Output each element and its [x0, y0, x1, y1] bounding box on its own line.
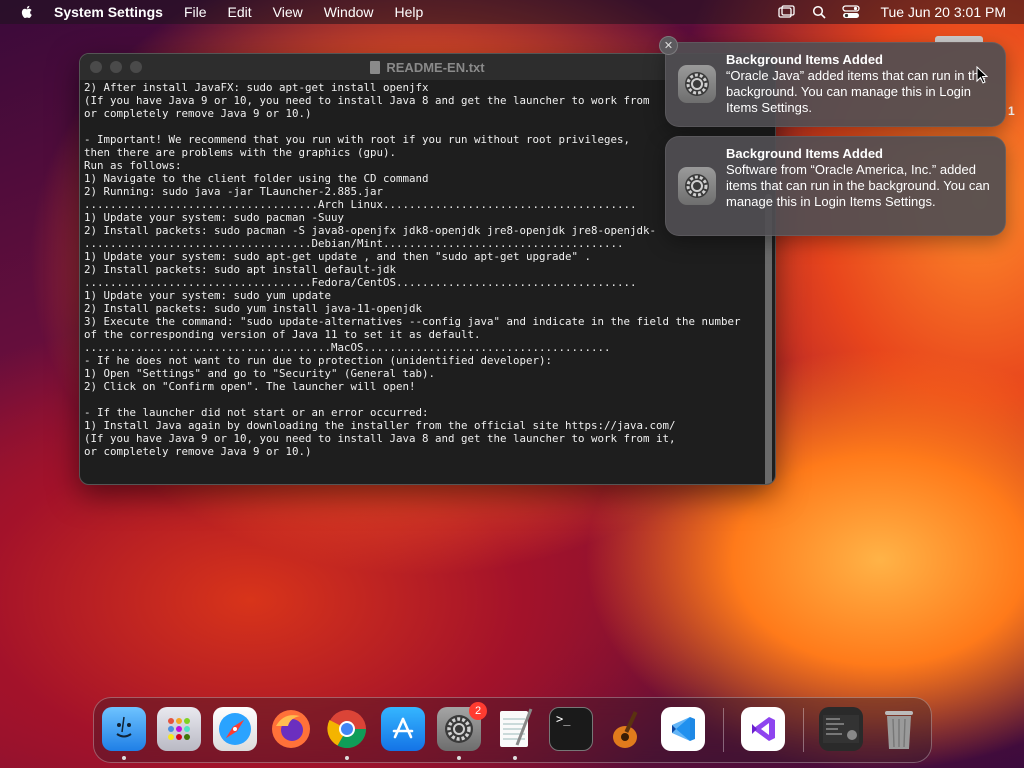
textedit-icon[interactable] [493, 707, 537, 751]
menu-window[interactable]: Window [324, 4, 374, 20]
document-line: - Important! We recommend that you run w… [84, 133, 631, 146]
window-title: README-EN.txt [386, 59, 485, 75]
document-line: of the corresponding version of Java 11 … [84, 328, 481, 341]
system-settings-gear-icon [678, 65, 716, 103]
menu-view[interactable]: View [273, 4, 303, 20]
mouse-cursor-icon [976, 66, 988, 84]
dock: 2 >_ [93, 697, 932, 763]
search-icon[interactable] [810, 5, 828, 19]
document-line: 1) Update your system: sudo apt-get upda… [84, 250, 592, 263]
document-line: (If you have Java 9 or 10, you need to i… [84, 94, 650, 107]
vscode-icon[interactable] [661, 707, 705, 751]
firefox-icon[interactable] [269, 707, 313, 751]
settings-running-dot [457, 756, 461, 760]
window-preview-icon[interactable] [819, 707, 863, 751]
dock-separator [723, 708, 724, 752]
visual-studio-icon[interactable] [741, 707, 785, 751]
document-line: 1) Open "Settings" and go to "Security" … [84, 367, 436, 380]
menu-file[interactable]: File [184, 4, 207, 20]
system-settings-icon[interactable]: 2 [437, 702, 487, 751]
menu-bar: System Settings File Edit View Window He… [0, 0, 1024, 24]
close-window-button[interactable] [90, 61, 102, 73]
window-switcher-icon[interactable] [778, 5, 796, 19]
minimize-window-button[interactable] [110, 61, 122, 73]
document-line: 1) Update your system: sudo yum update [84, 289, 332, 302]
traffic-lights [90, 61, 142, 73]
document-icon [370, 60, 381, 74]
document-line: Run as follows: [84, 159, 182, 172]
document-line: 1) Navigate to the client folder using t… [84, 172, 429, 185]
control-center-icon[interactable] [842, 5, 861, 19]
notification-body: Software from “Oracle America, Inc.” add… [726, 162, 990, 209]
chrome-running-dot [345, 756, 349, 760]
document-line: then there are problems with the graphic… [84, 146, 397, 159]
app-name-menu[interactable]: System Settings [54, 4, 163, 20]
textedit-running-dot [513, 756, 517, 760]
settings-notification-badge: 2 [469, 702, 487, 720]
document-line: ......................................Ma… [84, 341, 611, 354]
document-line: or completely remove Java 9 or 10.) [84, 107, 312, 120]
notification-title: Background Items Added [726, 52, 883, 67]
menu-clock[interactable]: Tue Jun 20 3:01 PM [880, 4, 1006, 20]
vertical-scrollbar[interactable] [765, 194, 772, 484]
document-text-area[interactable]: 2) After install JavaFX: sudo apt-get in… [84, 81, 761, 468]
notification-close-icon[interactable]: ✕ [659, 36, 678, 55]
safari-icon[interactable] [213, 707, 257, 751]
document-line: 3) Execute the command: "sudo update-alt… [84, 315, 741, 328]
document-line: 2) Install packets: sudo yum install jav… [84, 302, 423, 315]
finder-icon[interactable] [102, 707, 146, 751]
terminal-icon[interactable]: >_ [549, 707, 593, 751]
document-line: 1) Update your system: sudo pacman -Suuy [84, 211, 345, 224]
zoom-window-button[interactable] [130, 61, 142, 73]
dock-separator [803, 708, 804, 752]
document-line: ...................................Debia… [84, 237, 624, 250]
notification-body: “Oracle Java” added items that can run i… [726, 68, 987, 115]
document-line: 2) Running: sudo java -jar TLauncher-2.8… [84, 185, 384, 198]
notification-oracle-java[interactable]: Background Items Added “Oracle Java” add… [665, 42, 1006, 127]
document-line: 2) After install JavaFX: sudo apt-get in… [84, 81, 429, 94]
document-line: 2) Install packets: sudo pacman -S java8… [84, 224, 657, 237]
apple-menu-icon[interactable] [18, 3, 36, 21]
chrome-icon[interactable] [325, 707, 369, 751]
menu-help[interactable]: Help [395, 4, 424, 20]
document-line: - If he does not want to run due to prot… [84, 354, 553, 367]
finder-running-dot [122, 756, 126, 760]
document-line: - If the launcher did not start or an er… [84, 406, 429, 419]
document-line: (If you have Java 9 or 10, you need to i… [84, 432, 676, 445]
app-store-icon[interactable] [381, 707, 425, 751]
launchpad-icon[interactable] [157, 707, 201, 751]
menu-edit[interactable]: Edit [228, 4, 252, 20]
terminal-prompt-glyph: >_ [556, 712, 571, 726]
document-line: ....................................Arch… [84, 198, 637, 211]
document-line: ...................................Fedor… [84, 276, 637, 289]
garageband-icon[interactable] [605, 707, 649, 751]
document-line: 2) Click on "Confirm open". The launcher… [84, 380, 416, 393]
system-settings-gear-icon [678, 167, 716, 205]
notification-title: Background Items Added [726, 146, 883, 161]
document-line: 2) Install packets: sudo apt install def… [84, 263, 397, 276]
document-line: or completely remove Java 9 or 10.) [84, 445, 312, 458]
notification-oracle-america[interactable]: Background Items Added Software from “Or… [665, 136, 1006, 236]
partial-window-text: 1 [1008, 104, 1015, 118]
document-line: 1) Install Java again by downloading the… [84, 419, 676, 432]
trash-icon[interactable] [877, 707, 921, 751]
